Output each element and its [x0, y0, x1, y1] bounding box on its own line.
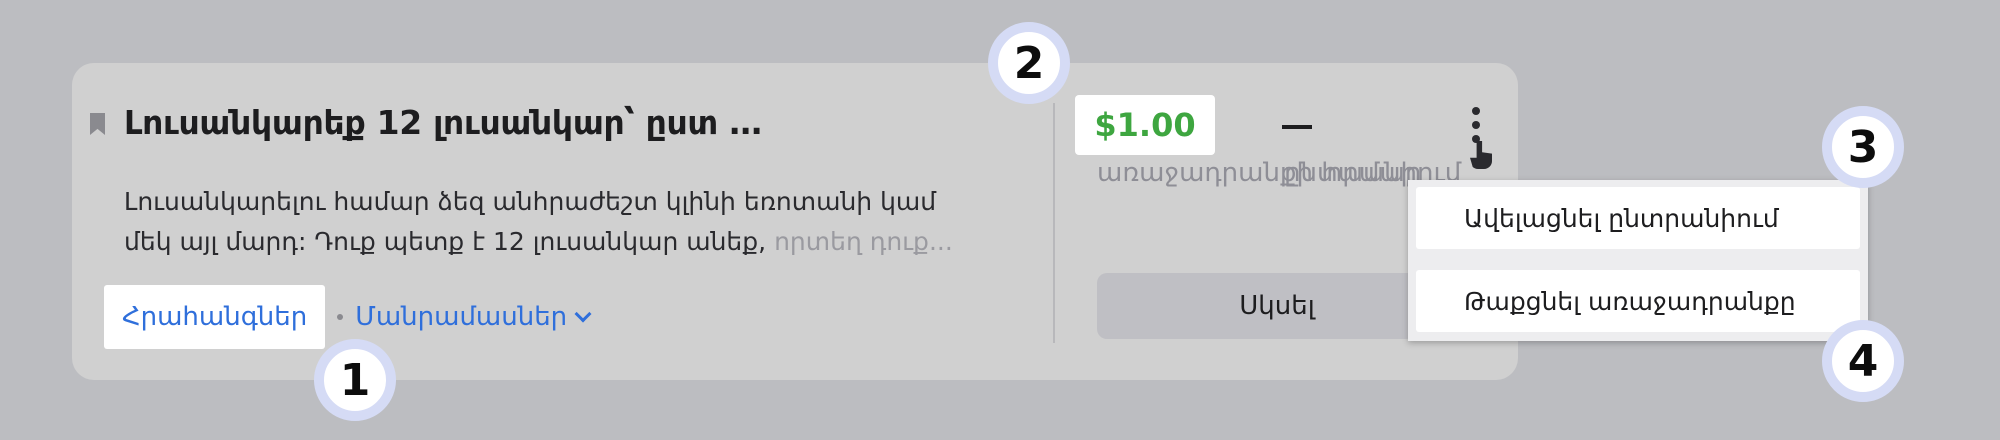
annotation-badge-4: 4	[1822, 320, 1904, 402]
menu-item-add-favorites[interactable]: Ավելացնել ընտրանիում	[1416, 187, 1860, 249]
task-card: Լուսանկարեք 12 լուսանկար՝ ըստ հրահան... …	[72, 63, 1518, 380]
description-fade: որտեղ դուք...	[774, 227, 953, 256]
start-button[interactable]: Սկսել	[1097, 273, 1457, 339]
details-link-label: Մանրամասներ	[355, 302, 568, 332]
price-badge: $1.00	[1075, 95, 1215, 155]
task-description: Լուսանկարելու համար ձեզ անհրաժեշտ կլինի …	[124, 182, 1004, 262]
menu-item-hide-task[interactable]: Թաքցնել առաջադրանքը	[1416, 270, 1860, 332]
description-line-1: Լուսանկարելու համար ձեզ անհրաժեշտ կլինի …	[124, 187, 937, 216]
context-menu: Ավելացնել ընտրանիում Թաքցնել առաջադրանքը	[1408, 180, 1868, 341]
description-line-2: մեկ այլ մարդ: Դուք պետք է 12 լուսանկար ա…	[124, 227, 953, 256]
separator-dot	[337, 314, 344, 320]
bookmark-icon[interactable]	[90, 113, 105, 135]
annotation-badge-1: 1	[314, 339, 396, 421]
more-vertical-icon[interactable]	[1466, 107, 1486, 151]
card-divider	[1053, 103, 1055, 343]
details-link[interactable]: Մանրամասներ	[355, 302, 592, 332]
dash-separator	[1282, 125, 1312, 129]
task-title: Լուսանկարեք 12 լուսանկար՝ ըստ հրահան...	[124, 103, 774, 142]
annotation-badge-3: 3	[1822, 106, 1904, 188]
chevron-down-icon	[574, 305, 592, 323]
instructions-link[interactable]: Հրահանգներ	[104, 285, 326, 349]
annotation-badge-2: 2	[988, 22, 1070, 104]
